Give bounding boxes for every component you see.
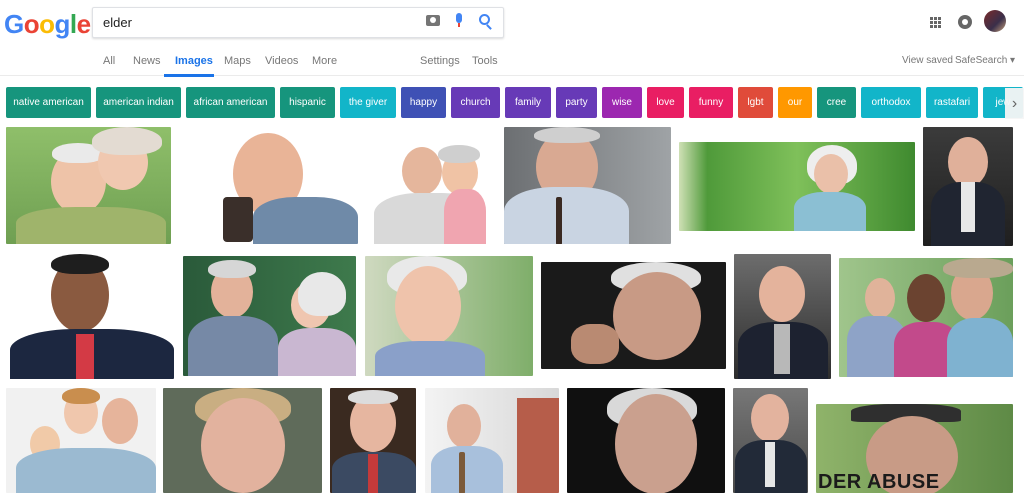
logo-letter: g [54,9,71,39]
image-result[interactable] [733,388,808,493]
chip[interactable]: love [647,87,684,118]
chip[interactable]: the giver [340,87,396,118]
chip[interactable]: lgbt [738,87,773,118]
safesearch-menu[interactable]: SafeSearch ▾ [955,55,1015,66]
tab-more[interactable]: More [312,55,337,67]
chip[interactable]: our [778,87,812,118]
chip[interactable]: church [451,87,500,118]
tab-videos[interactable]: Videos [265,55,298,67]
chip[interactable]: funny [689,87,733,118]
chip[interactable]: native american [6,87,91,118]
chip[interactable]: african american [186,87,275,118]
tab-news[interactable]: News [133,55,161,67]
chip[interactable]: wise [602,87,642,118]
image-result[interactable] [425,388,559,493]
image-result[interactable] [6,127,171,244]
mic-icon[interactable] [455,13,463,27]
chip[interactable]: orthodox [861,87,921,118]
logo-letter: l [69,9,77,39]
image-result[interactable] [6,254,174,379]
image-result[interactable] [163,388,322,493]
image-result[interactable] [213,127,358,244]
image-result[interactable] [923,127,1013,246]
chip[interactable]: happy [401,87,446,118]
view-saved-link[interactable]: View saved [902,55,953,66]
logo-letter: e [76,9,91,39]
chip[interactable]: hispanic [280,87,335,118]
chip[interactable]: rastafari [926,87,978,118]
image-result[interactable] [330,388,416,493]
tab-maps[interactable]: Maps [224,55,251,67]
image-result[interactable] [679,142,915,231]
logo-letter: o [23,9,40,39]
image-result[interactable] [6,388,156,493]
search-box[interactable]: elder [92,7,504,38]
logo-letter: G [4,9,24,39]
notifications-icon[interactable] [958,15,972,29]
tab-images[interactable]: Images [175,55,213,67]
header: Google elder [0,0,1024,46]
tab-tools[interactable]: Tools [472,55,498,67]
search-tabs: All News Images Maps Videos More Setting… [0,46,1024,77]
image-result[interactable] [183,256,356,376]
chip[interactable]: american indian [96,87,181,118]
chip[interactable]: party [556,87,597,118]
image-result[interactable] [734,254,831,379]
search-icon[interactable] [479,14,490,25]
avatar[interactable] [984,10,1006,32]
google-logo[interactable]: Google [4,9,91,40]
apps-icon[interactable] [930,17,942,29]
tab-settings[interactable]: Settings [420,55,460,67]
image-caption: DER ABUSE [818,471,940,493]
image-result[interactable] [504,127,671,244]
related-chips-bar: native american american indian african … [0,86,1024,120]
image-result[interactable] [567,388,725,493]
search-input[interactable]: elder [103,15,132,30]
chip[interactable]: family [505,87,551,118]
chevron-right-icon[interactable]: › [1005,88,1024,119]
camera-icon[interactable] [426,15,440,26]
image-result[interactable] [366,143,491,244]
logo-letter: o [39,9,55,39]
image-result[interactable] [541,262,726,369]
image-result[interactable] [365,256,533,376]
image-result[interactable] [839,258,1013,377]
active-tab-indicator [164,74,214,77]
tab-all[interactable]: All [103,55,115,67]
chip[interactable]: cree [817,87,856,118]
